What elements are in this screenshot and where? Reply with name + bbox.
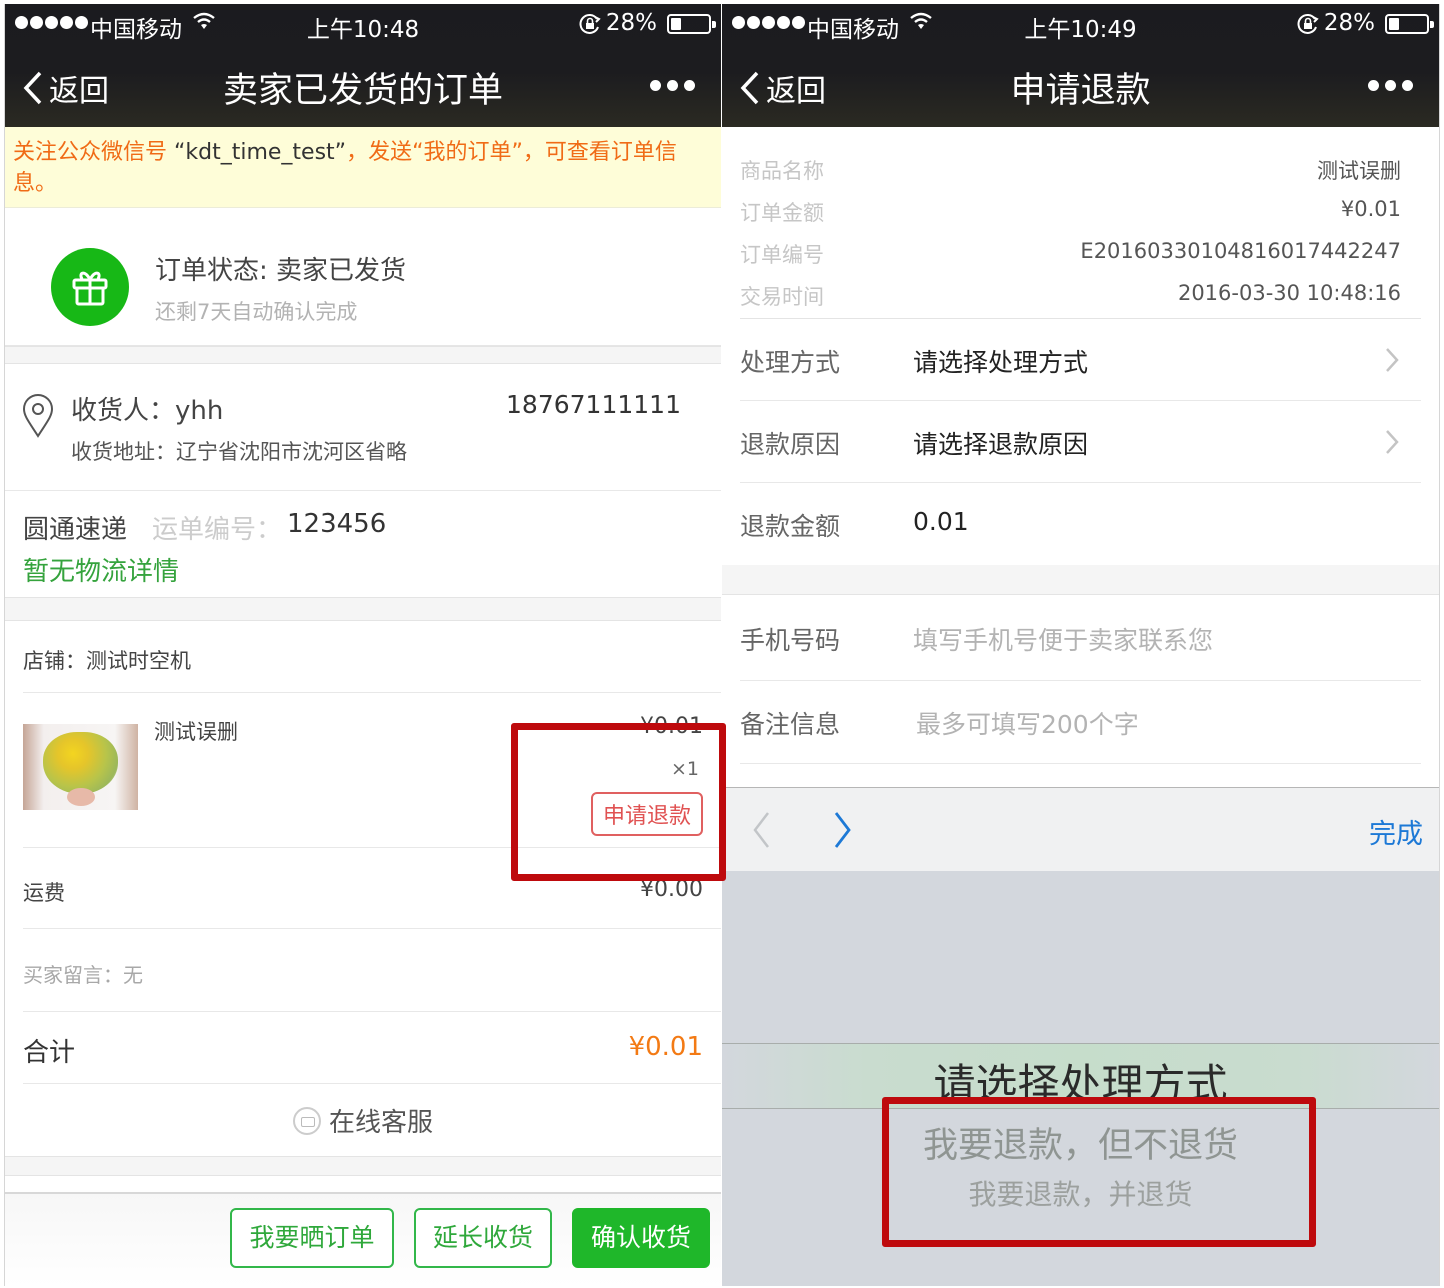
section-divider (5, 597, 721, 621)
info-row-amount: 订单金额 ¥0.01 (740, 197, 1401, 225)
refund-method-value: 请选择处理方式 (913, 348, 1089, 377)
top-bar: 中国移动 上午10:49 28% 返回 申请退款 (722, 4, 1439, 127)
order-status-title: 订单状态: 卖家已发货 (155, 256, 407, 286)
battery-icon (1385, 14, 1434, 34)
confirm-receipt-button[interactable]: 确认收货 (572, 1208, 710, 1268)
express-company: 圆通速递 (23, 515, 128, 545)
apply-refund-screen: 中国移动 上午10:49 28% 返回 申请退款 商品名称 测试误删 订单金额 ¥0… (722, 4, 1440, 1286)
share-order-button[interactable]: 我要晒订单 (230, 1208, 394, 1268)
next-field-button[interactable] (832, 810, 854, 850)
shipping-fee-value: ¥0.00 (640, 877, 703, 902)
phone-number-input[interactable]: 填写手机号便于卖家联系您 (913, 621, 1213, 657)
order-status-section: 订单状态: 卖家已发货 还剩7天自动确认完成 (5, 208, 721, 346)
shipping-address-section: 收货人：yhh 18767111111 收货地址：辽宁省沈阳市沈河区省略 (5, 364, 721, 491)
nav-bar: 返回 申请退款 (722, 44, 1439, 127)
auto-confirm-countdown: 还剩7天自动确认完成 (155, 300, 358, 324)
status-bar: 中国移动 上午10:49 28% (722, 4, 1439, 44)
order-info-section: 商品名称 测试误删 订单金额 ¥0.01 订单编号 E2016033010481601… (722, 127, 1439, 319)
nav-bar: 返回 卖家已发货的订单 (5, 44, 721, 127)
page-title: 卖家已发货的订单 (222, 71, 503, 111)
more-menu-button[interactable] (650, 80, 695, 91)
buyer-message-row: 买家留言：无 (23, 929, 721, 1012)
logistics-detail-link[interactable]: 暂无物流详情 (23, 551, 179, 588)
refund-method-select[interactable]: 处理方式 请选择处理方式 (740, 319, 1421, 401)
buyer-message: 买家留言：无 (23, 963, 143, 987)
rotation-lock-icon (1297, 14, 1319, 34)
more-menu-button[interactable] (1368, 80, 1413, 91)
order-detail-screen: 中国移动 上午10:48 28% 返回 卖家已发货的订单 关注公众微信号 “kd… (4, 4, 721, 1286)
picker-option-refund-and-return[interactable]: 我要退款，并退货 (722, 1173, 1439, 1213)
apply-refund-button[interactable]: 申请退款 (590, 792, 703, 836)
order-item: 测试误删 ¥0.01 ×1 申请退款 (23, 694, 721, 848)
online-customer-service-button[interactable]: 在线客服 (5, 1084, 721, 1156)
shipping-fee-label: 运费 (23, 881, 65, 905)
order-action-bar: 我要晒订单 延长收货 确认收货 (5, 1192, 721, 1286)
refund-amount-input[interactable]: 0.01 (913, 507, 969, 536)
shop-row[interactable]: 店铺：测试时空机 (23, 621, 721, 693)
previous-field-button[interactable] (750, 810, 772, 850)
battery-icon (667, 14, 716, 34)
tracking-number: 123456 (287, 509, 387, 539)
extend-receipt-button[interactable]: 延长收货 (414, 1208, 552, 1268)
refund-amount-field[interactable]: 退款金额 0.01 (740, 483, 1421, 565)
chat-bubble-icon (292, 1106, 321, 1135)
section-divider (722, 565, 1439, 595)
info-row-order-number: 订单编号 E20160330104816017442247 (740, 239, 1401, 267)
battery-percent: 28% (605, 10, 657, 36)
picker-option-selected[interactable]: 请选择处理方式 (722, 1051, 1439, 1112)
product-name[interactable]: 测试误删 (154, 716, 238, 746)
total-value: ¥0.01 (628, 1032, 703, 1062)
battery-percent: 28% (1323, 10, 1375, 36)
chevron-right-icon (1386, 430, 1399, 454)
refund-reason-label: 退款原因 (740, 430, 841, 459)
done-button[interactable]: 完成 (1369, 812, 1423, 851)
note-field[interactable]: 备注信息 最多可填写200个字 (740, 681, 1421, 764)
product-thumbnail[interactable] (23, 724, 138, 810)
location-pin-icon (22, 394, 54, 438)
tracking-label: 运单编号： (152, 515, 283, 545)
receiver-name: 收货人：yhh (71, 396, 224, 426)
info-row-product: 商品名称 测试误删 (740, 159, 1401, 183)
shop-name: 店铺：测试时空机 (23, 649, 191, 673)
customer-service-label: 在线客服 (328, 1108, 433, 1138)
page-title: 申请退款 (1010, 71, 1151, 111)
refund-reason-value: 请选择退款原因 (913, 430, 1089, 459)
refund-method-label: 处理方式 (740, 348, 841, 377)
more-icon (650, 80, 661, 91)
follow-notice-banner: 关注公众微信号 “kdt_time_test”，发送“我的订单”，可查看订单信息… (5, 127, 721, 208)
picker-option-refund-only[interactable]: 我要退款，但不退货 (722, 1117, 1439, 1168)
refund-amount-label: 退款金额 (740, 512, 841, 541)
info-row-trade-time: 交易时间 2016-03-30 10:48:16 (740, 281, 1401, 309)
receiver-phone: 18767111111 (506, 390, 681, 419)
section-divider (5, 1156, 721, 1176)
status-bar: 中国移动 上午10:48 28% (5, 4, 721, 44)
wechat-account-name: “kdt_time_test” (174, 140, 347, 165)
section-divider (5, 346, 721, 364)
receiver-address: 收货地址：辽宁省沈阳市沈河区省略 (71, 440, 407, 464)
refund-reason-select[interactable]: 退款原因 请选择退款原因 (740, 401, 1421, 483)
product-price: ¥0.01 (640, 714, 703, 739)
rotation-lock-icon (579, 14, 601, 34)
total-label: 合计 (23, 1038, 76, 1068)
phone-number-field[interactable]: 手机号码 填写手机号便于卖家联系您 (740, 595, 1421, 681)
note-label: 备注信息 (740, 710, 841, 739)
product-quantity: ×1 (670, 758, 699, 780)
refund-method-picker[interactable]: 请选择处理方式 我要退款，但不退货 我要退款，并退货 (722, 871, 1439, 1286)
more-icon (1368, 80, 1379, 91)
chevron-right-icon (1386, 348, 1399, 372)
total-row: 合计 ¥0.01 (23, 1012, 721, 1084)
phone-number-label: 手机号码 (740, 626, 841, 655)
note-input[interactable]: 最多可填写200个字 (916, 705, 1139, 741)
keyboard-toolbar: 完成 (722, 787, 1439, 871)
express-section: 圆通速递 运单编号： 123456 暂无物流详情 (5, 491, 721, 597)
shipping-fee-row: 运费 ¥0.00 (23, 849, 721, 929)
top-bar: 中国移动 上午10:48 28% 返回 卖家已发货的订单 (5, 4, 721, 127)
gift-icon (51, 248, 129, 326)
